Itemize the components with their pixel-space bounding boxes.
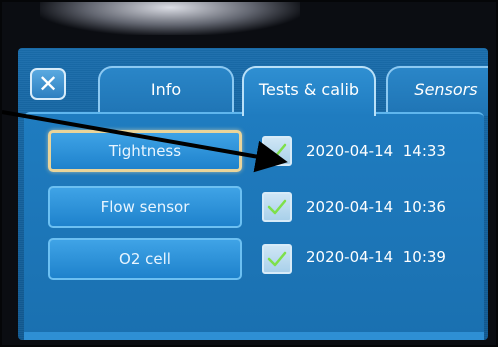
photo-of-device-screen: ✕ Info Tests & calib Sensors Tightness 2… <box>0 0 498 347</box>
tightness-test-button[interactable]: Tightness <box>48 130 242 172</box>
tab-info[interactable]: Info <box>98 66 234 116</box>
tab-sensors-label: Sensors <box>414 80 478 99</box>
o2-cell-test-button[interactable]: O2 cell <box>48 238 242 280</box>
tab-tests-calib-label: Tests & calib <box>258 80 360 99</box>
o2-cell-timestamp: 2020-04-14 10:39 <box>306 248 446 266</box>
flow-sensor-status-checkbox <box>262 192 292 222</box>
flow-sensor-timestamp: 2020-04-14 10:36 <box>306 198 446 216</box>
flow-sensor-test-label: Flow sensor <box>100 198 190 216</box>
tightness-date: 2020-04-14 <box>306 142 394 160</box>
o2-cell-status-checkbox <box>262 244 292 274</box>
device-screen: ✕ Info Tests & calib Sensors Tightness 2… <box>18 48 488 340</box>
checkmark-icon <box>267 199 287 215</box>
close-icon: ✕ <box>37 70 59 98</box>
tightness-timestamp: 2020-04-14 14:33 <box>306 142 446 160</box>
tightness-time: 14:33 <box>402 142 446 160</box>
tab-info-label: Info <box>150 80 182 99</box>
o2-cell-date: 2020-04-14 <box>306 248 394 266</box>
tab-tests-calib[interactable]: Tests & calib <box>242 66 376 116</box>
tab-sensors[interactable]: Sensors <box>386 66 488 116</box>
tab-bar: ✕ Info Tests & calib Sensors <box>18 48 488 122</box>
screen-glare <box>40 0 300 35</box>
flow-sensor-date: 2020-04-14 <box>306 198 394 216</box>
tightness-test-label: Tightness <box>108 142 182 160</box>
flow-sensor-test-button[interactable]: Flow sensor <box>48 186 242 228</box>
bottom-bar <box>24 332 484 340</box>
close-button[interactable]: ✕ <box>30 68 66 100</box>
checkmark-icon <box>267 251 287 267</box>
flow-sensor-time: 10:36 <box>402 198 446 216</box>
o2-cell-time: 10:39 <box>402 248 446 266</box>
o2-cell-test-label: O2 cell <box>119 250 171 268</box>
tightness-status-checkbox <box>262 136 292 166</box>
checkmark-icon <box>267 143 287 159</box>
